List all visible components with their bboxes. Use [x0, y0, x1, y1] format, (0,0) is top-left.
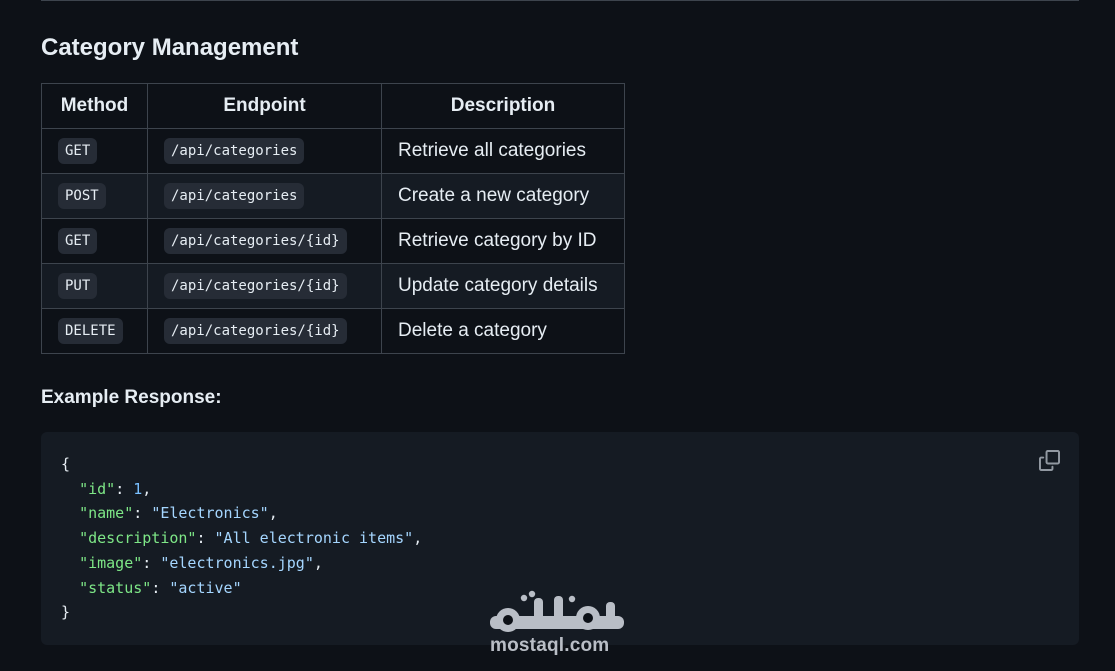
top-divider [41, 0, 1079, 1]
table-row: POST /api/categories Create a new catego… [41, 173, 625, 219]
method-code: GET [58, 228, 98, 254]
copy-button[interactable] [1037, 448, 1061, 472]
json-key: "id" [79, 479, 116, 498]
json-value: "Electronics" [151, 504, 269, 523]
json-value: "electronics.jpg" [160, 553, 314, 572]
column-header-endpoint: Endpoint [147, 83, 382, 129]
method-code: PUT [58, 273, 98, 299]
example-response-label: Example Response: [41, 387, 222, 408]
json-comma: , [142, 479, 152, 498]
endpoint-cell: /api/categories/{id} [147, 218, 382, 264]
endpoints-table: Method Endpoint Description GET /api/cat… [41, 83, 625, 354]
method-cell: POST [41, 173, 148, 219]
description-cell: Update category details [381, 263, 625, 309]
json-comma: , [313, 553, 323, 572]
close-brace: } [61, 603, 71, 622]
endpoint-code: /api/categories/{id} [164, 273, 347, 299]
json-comma: , [413, 529, 423, 548]
table-row: GET /api/categories Retrieve all categor… [41, 128, 625, 174]
json-value: "active" [169, 578, 242, 597]
method-code: DELETE [58, 318, 123, 344]
description-cell: Delete a category [381, 308, 625, 354]
method-cell: DELETE [41, 308, 148, 354]
json-key: "name" [79, 504, 134, 523]
json-key: "description" [79, 529, 197, 548]
endpoint-code: /api/categories/{id} [164, 318, 347, 344]
method-cell: PUT [41, 263, 148, 309]
json-key: "status" [79, 578, 152, 597]
open-brace: { [61, 455, 71, 473]
section-heading: Category Management [41, 34, 299, 61]
json-key: "image" [79, 553, 143, 572]
description-cell: Retrieve category by ID [381, 218, 625, 264]
endpoint-code: /api/categories [164, 138, 305, 164]
table-row: PUT /api/categories/{id} Update category… [41, 263, 625, 309]
endpoint-cell: /api/categories/{id} [147, 308, 382, 354]
table-row: GET /api/categories/{id} Retrieve catego… [41, 218, 625, 264]
watermark-domain: mostaql.com [490, 635, 610, 656]
method-code: POST [58, 183, 106, 209]
method-cell: GET [41, 128, 148, 174]
table-header-row: Method Endpoint Description [41, 83, 625, 129]
table-row: DELETE /api/categories/{id} Delete a cat… [41, 308, 625, 354]
endpoint-cell: /api/categories [147, 173, 382, 219]
endpoint-cell: /api/categories [147, 128, 382, 174]
endpoint-code: /api/categories/{id} [164, 228, 347, 254]
endpoint-cell: /api/categories/{id} [147, 263, 382, 309]
json-value: "All electronic items" [214, 529, 414, 548]
json-code: { "id": 1, "name": "Electronics", "descr… [61, 455, 423, 622]
mostaql-logo-mark [490, 590, 624, 632]
column-header-description: Description [381, 83, 625, 129]
column-header-method: Method [41, 83, 148, 129]
description-cell: Create a new category [381, 173, 625, 219]
endpoint-code: /api/categories [164, 183, 305, 209]
json-comma: , [268, 504, 278, 523]
copy-icon [1038, 449, 1060, 471]
description-cell: Retrieve all categories [381, 128, 625, 174]
mostaql-watermark: mostaql.com [488, 588, 628, 658]
method-cell: GET [41, 218, 148, 264]
json-value: 1 [133, 479, 143, 498]
method-code: GET [58, 138, 98, 164]
